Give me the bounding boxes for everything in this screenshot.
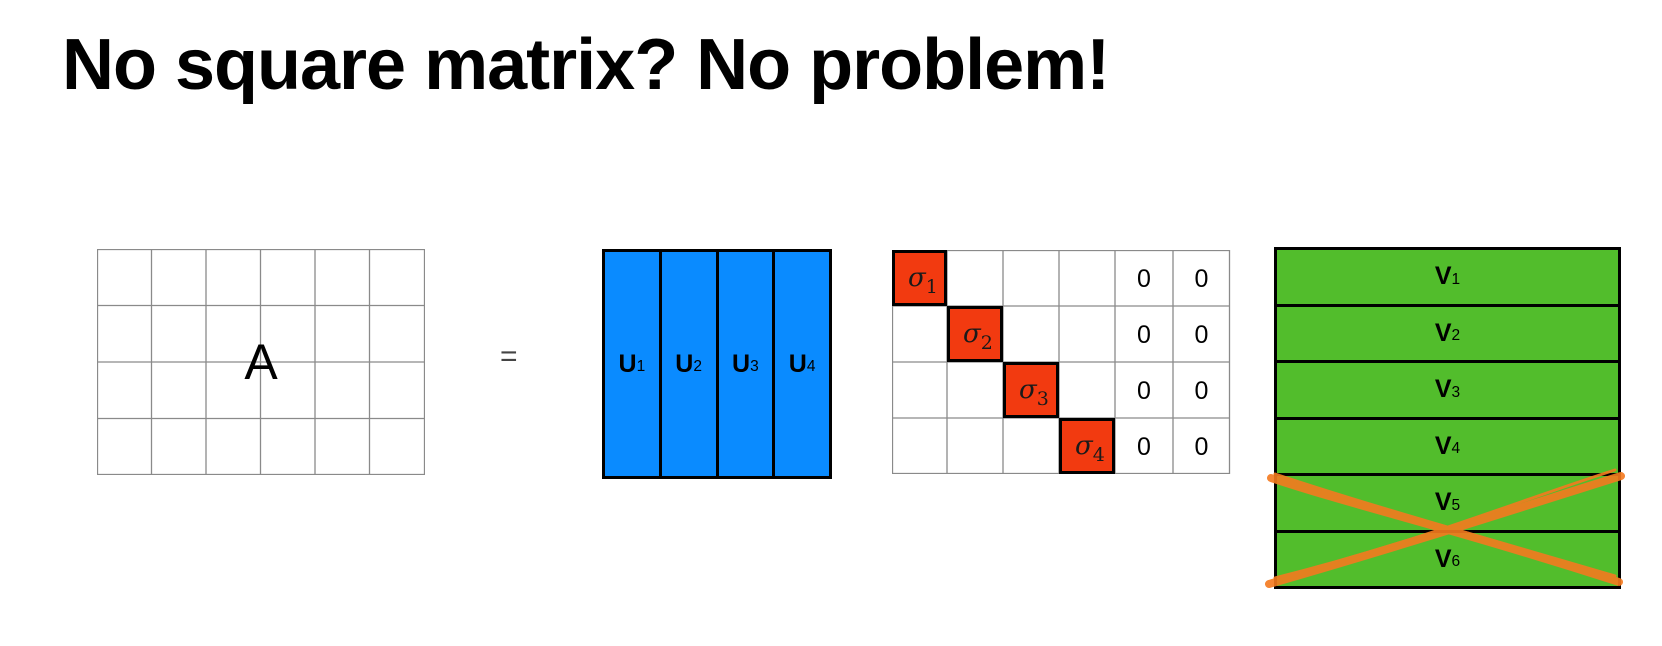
- equals-sign: =: [500, 340, 518, 373]
- u-column-1-letter: U: [618, 349, 637, 378]
- u-column-3: U3: [719, 252, 776, 476]
- v-row-3-index: 3: [1451, 383, 1461, 401]
- slide-title: No square matrix? No problem!: [62, 25, 1110, 105]
- u-column-4: U4: [775, 252, 829, 476]
- u-column-4-index: 4: [806, 357, 816, 375]
- u-column-2: U2: [662, 252, 719, 476]
- sigma-zero-r4-c2: 0: [1195, 433, 1209, 461]
- v-row-4-letter: V: [1434, 431, 1452, 460]
- matrix-a: A: [97, 249, 425, 475]
- u-column-2-index: 2: [693, 357, 702, 375]
- sigma-zero-r4-c1: 0: [1137, 433, 1151, 461]
- sigma-diagonal-cell-2: σ2: [947, 306, 1003, 362]
- u-column-2-letter: U: [675, 349, 694, 378]
- u-column-4-letter: U: [788, 349, 807, 378]
- v-row-3: V3: [1277, 363, 1618, 420]
- u-column-3-index: 3: [750, 357, 759, 375]
- sigma-diagonal-cell-1: σ1: [892, 250, 947, 306]
- v-row-1-letter: V: [1434, 262, 1452, 291]
- crossed-out-rows-mark: [1265, 468, 1625, 588]
- v-row-4-index: 4: [1451, 440, 1461, 458]
- v-row-2: V2: [1277, 307, 1618, 363]
- v-row-1: V1: [1277, 250, 1618, 307]
- sigma-diagonal-cell-3: σ3: [1003, 362, 1059, 418]
- sigma-zero-r3-c1: 0: [1137, 377, 1151, 405]
- sigma-zero-r1-c2: 0: [1195, 265, 1209, 293]
- sigma-diagonal-cell-4: σ4: [1059, 418, 1115, 474]
- v-row-3-letter: V: [1434, 375, 1452, 404]
- u-column-1-index: 1: [636, 357, 646, 375]
- sigma-zero-r1-c1: 0: [1137, 265, 1151, 293]
- matrix-sigma: σ1σ2σ3σ4 0 0 0 0 0 0 0 0: [892, 250, 1231, 474]
- u-column-1: U1: [605, 252, 662, 476]
- u-column-3-letter: U: [732, 349, 751, 378]
- matrix-u: U1U2U3U4: [602, 249, 832, 479]
- matrix-a-label: A: [244, 334, 278, 390]
- v-row-2-index: 2: [1451, 327, 1461, 345]
- v-row-1-index: 1: [1451, 270, 1461, 288]
- v-row-2-letter: V: [1434, 318, 1452, 347]
- sigma-zero-r2-c2: 0: [1195, 321, 1209, 349]
- sigma-zero-r2-c1: 0: [1137, 321, 1151, 349]
- sigma-zero-r3-c2: 0: [1195, 377, 1209, 405]
